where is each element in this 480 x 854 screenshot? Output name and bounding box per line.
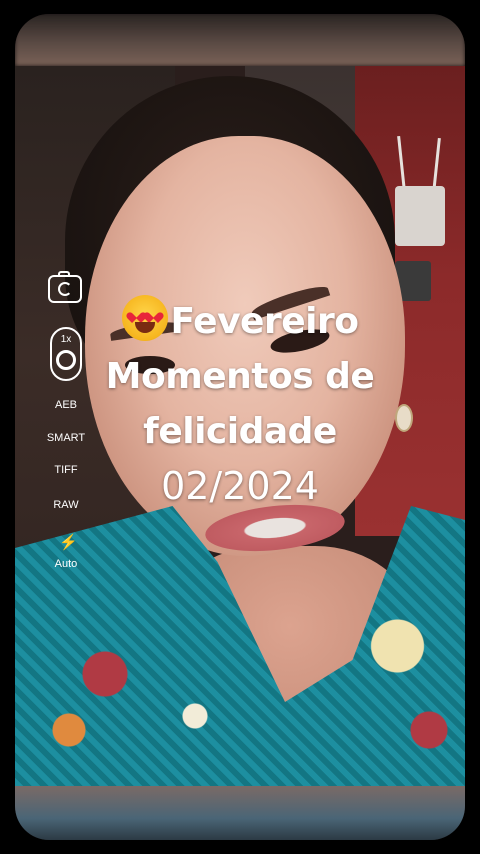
caption-line-month: Fevereiro	[0, 294, 480, 349]
story-caption: Fevereiro Momentos de felicidade 02/2024	[0, 294, 480, 514]
flash-mode-label[interactable]: Auto	[33, 558, 99, 570]
flash-icon[interactable]: ⚡	[59, 535, 78, 551]
caption-line-2: Momentos de	[105, 356, 375, 397]
caption-line-3: felicidade	[143, 411, 337, 452]
caption-date: 02/2024	[161, 464, 319, 508]
heart-eyes-emoji-icon	[121, 295, 168, 341]
